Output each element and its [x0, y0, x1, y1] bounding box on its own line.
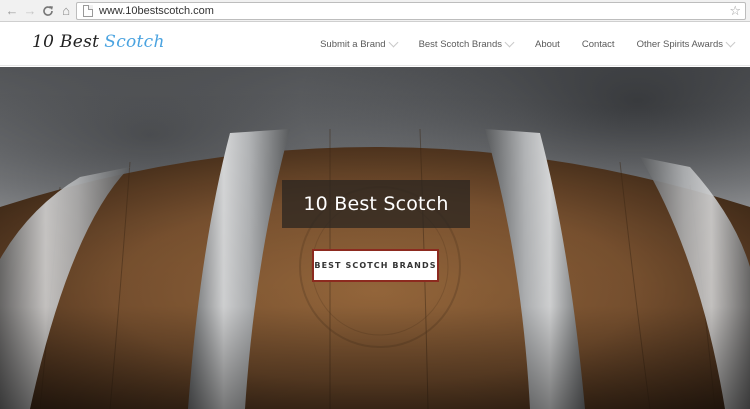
menu-item-contact[interactable]: Contact [582, 39, 615, 50]
url-text[interactable]: www.10bestscotch.com [99, 4, 214, 19]
menu-item-label: Submit a Brand [320, 39, 386, 50]
chevron-down-icon [388, 37, 399, 48]
hero-title-box: 10 Best Scotch [282, 180, 470, 228]
address-bar[interactable]: www.10bestscotch.com ☆ [76, 2, 746, 20]
back-arrow-icon[interactable]: ← [4, 3, 20, 19]
logo-main-text: 10 Best [32, 32, 100, 52]
reload-arrow-icon [43, 6, 53, 16]
menu-item-about[interactable]: About [535, 39, 560, 50]
logo-accent-text: Scotch [104, 32, 165, 52]
menu-item-label: Contact [581, 39, 615, 50]
barrel-background-image [0, 67, 750, 409]
site-header: 10 Best Scotch Submit a Brand Best Scotch… [0, 23, 750, 66]
hero-button-label: BEST SCOTCH BRANDS [314, 261, 437, 270]
bookmark-star-icon[interactable]: ☆ [729, 3, 741, 19]
hero-section: 10 Best Scotch BEST SCOTCH BRANDS [0, 67, 750, 409]
chevron-down-icon [725, 37, 736, 48]
page-icon [83, 5, 93, 17]
hero-title: 10 Best Scotch [303, 193, 449, 215]
reload-icon[interactable] [40, 3, 56, 19]
site-logo[interactable]: 10 Best Scotch [32, 32, 165, 52]
menu-item-other-spirits-awards[interactable]: Other Spirits Awards [636, 37, 736, 50]
menu-item-submit-a-brand[interactable]: Submit a Brand [320, 37, 399, 50]
menu-item-label: Best Scotch Brands [418, 39, 502, 50]
forward-arrow-icon[interactable]: → [22, 3, 38, 19]
menu-item-label: Other Spirits Awards [636, 39, 723, 50]
browser-toolbar: ← → ⌂ www.10bestscotch.com ☆ [0, 0, 750, 22]
menu-item-label: About [535, 39, 560, 50]
chevron-down-icon [504, 37, 515, 48]
main-menu: Submit a Brand Best Scotch Brands About … [298, 23, 736, 66]
home-icon[interactable]: ⌂ [58, 3, 74, 19]
best-scotch-brands-button[interactable]: BEST SCOTCH BRANDS [312, 249, 439, 282]
menu-item-best-scotch-brands[interactable]: Best Scotch Brands [418, 37, 515, 50]
